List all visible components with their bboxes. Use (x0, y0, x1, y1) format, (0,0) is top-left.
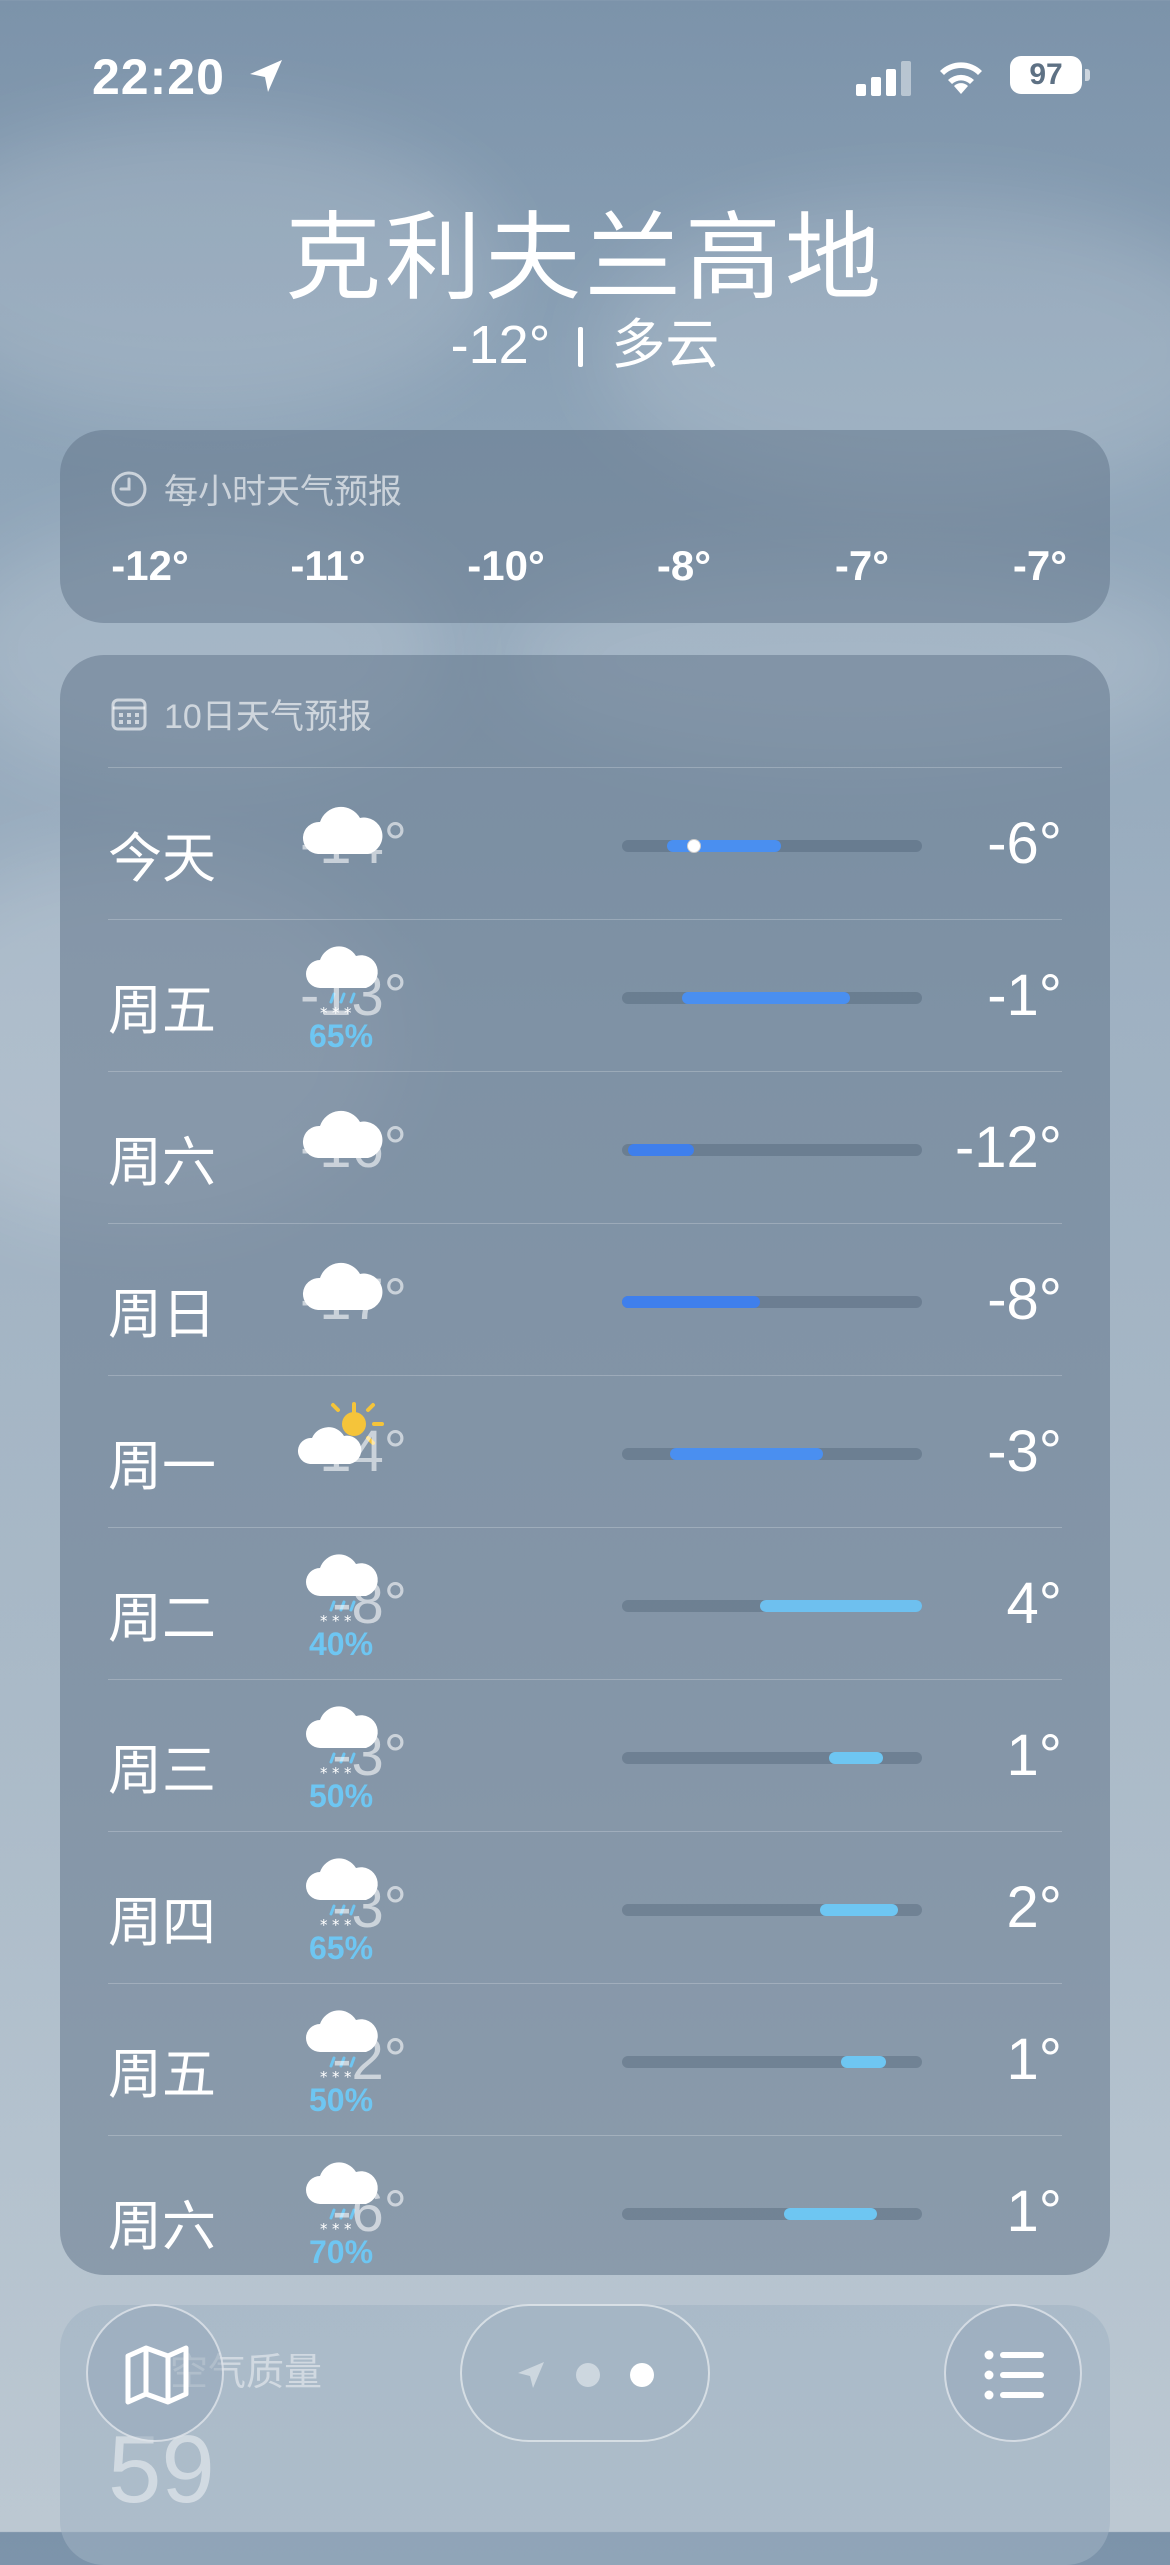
forecast-low: -14° (299, 811, 407, 876)
forecast-low: -3° (332, 1875, 407, 1940)
status-time: 22:20 (92, 49, 225, 105)
hourly-temps-row: -12° -11° -10° -8° -7° -7° (100, 542, 1090, 590)
temperature-range-fill (667, 840, 781, 852)
forecast-day: 周五 (108, 981, 216, 1041)
temperature-range-bar (622, 2056, 922, 2068)
forecast-high: -8° (987, 1267, 1062, 1332)
forecast-high: 1° (1006, 2179, 1062, 2244)
ten-day-forecast-card[interactable]: 10日天气预报 今天 -14° -6° 周五 * * * 65% -13° -1° … (60, 655, 1110, 2275)
page-dot-active[interactable] (630, 2363, 654, 2387)
hourly-temp: -10° (467, 542, 545, 589)
forecast-row[interactable]: 周一 -14° -3° (108, 1375, 1062, 1527)
page-indicator[interactable] (460, 2304, 710, 2442)
map-icon (125, 2345, 189, 2405)
temperature-range-fill (760, 1600, 922, 1612)
forecast-high: -12° (954, 1115, 1062, 1180)
forecast-day: 周六 (108, 2197, 216, 2257)
current-temp-marker (687, 839, 701, 853)
temperature-range-bar (622, 839, 922, 853)
battery-level: 97 (1010, 56, 1082, 94)
hourly-temp: -8° (656, 542, 712, 589)
forecast-row[interactable]: 周日 -17° -8° (108, 1223, 1062, 1375)
forecast-row[interactable]: 周六 * * * 70% -6° 1° (108, 2135, 1062, 2287)
temperature-range-fill (622, 1296, 760, 1308)
location-arrow-page-icon (518, 2362, 544, 2388)
forecast-row[interactable]: 周五 * * * 65% -13° -1° (108, 919, 1062, 1071)
forecast-day: 周六 (108, 1133, 216, 1193)
forecast-row[interactable]: 周四 * * * 65% -3° 2° (108, 1831, 1062, 1983)
battery-nub (1085, 69, 1090, 81)
hourly-forecast-header: 每小时天气预报 (110, 464, 402, 513)
forecast-row[interactable]: 周二 * * * 40% -8° 4° (108, 1527, 1062, 1679)
ten-day-forecast-header: 10日天气预报 (110, 689, 372, 738)
current-conditions: -12° 多云 (0, 300, 1170, 379)
forecast-low: -8° (332, 1571, 407, 1636)
forecast-row[interactable]: 周五 * * * 50% -2° 1° (108, 1983, 1062, 2135)
forecast-day: 今天 (108, 829, 216, 889)
forecast-low: -6° (332, 2179, 407, 2244)
temperature-range-fill (784, 2208, 877, 2220)
cellular-signal-icon (856, 61, 911, 96)
clock-icon (111, 471, 147, 506)
current-temperature: -12° (450, 315, 551, 375)
temperature-range-bar (622, 1600, 922, 1612)
location-arrow-icon (250, 60, 282, 92)
forecast-row[interactable]: 今天 -14° -6° (108, 767, 1062, 919)
temperature-range-bar (622, 992, 922, 1004)
temperature-range-fill (841, 2056, 886, 2068)
forecast-low: -16° (299, 1115, 407, 1180)
forecast-high: 2° (1006, 1875, 1062, 1940)
temperature-range-bar (622, 1144, 922, 1156)
map-button[interactable] (86, 2304, 224, 2442)
divider (578, 327, 584, 367)
temperature-range-fill (628, 1144, 694, 1156)
forecast-high: 1° (1006, 1723, 1062, 1788)
temperature-range-fill (820, 1904, 898, 1916)
forecast-high: -1° (987, 963, 1062, 1028)
forecast-high: -3° (987, 1419, 1062, 1484)
temperature-range-bar (622, 1752, 922, 1764)
temperature-range-bar (622, 1448, 922, 1460)
forecast-day: 周三 (108, 1741, 216, 1801)
list-icon (984, 2350, 1044, 2400)
forecast-day: 周一 (108, 1437, 216, 1497)
temperature-range-fill (682, 992, 850, 1004)
temperature-range-bar (622, 1296, 922, 1308)
forecast-rows: 今天 -14° -6° 周五 * * * 65% -13° -1° 周六 -16° … (108, 767, 1062, 2287)
forecast-low: -3° (332, 1723, 407, 1788)
temperature-range-fill (829, 1752, 883, 1764)
ten-day-forecast-title: 10日天气预报 (164, 698, 372, 736)
forecast-day: 周日 (108, 1285, 216, 1345)
wifi-icon (940, 62, 982, 94)
hourly-temp: -7° (1012, 542, 1068, 589)
current-condition: 多云 (611, 315, 720, 375)
hourly-forecast-title: 每小时天气预报 (164, 473, 402, 511)
location-list-button[interactable] (944, 2304, 1082, 2442)
forecast-high: 1° (1006, 2027, 1062, 2092)
forecast-row[interactable]: 周六 -16° -12° (108, 1071, 1062, 1223)
hourly-temp: -12° (111, 542, 189, 589)
forecast-day: 周四 (108, 1893, 216, 1953)
temperature-range-fill (670, 1448, 823, 1460)
hourly-temp: -11° (290, 542, 366, 589)
page-dot[interactable] (576, 2363, 600, 2387)
forecast-low: -13° (299, 963, 407, 1028)
calendar-icon (111, 698, 147, 730)
status-bar: 22:20 97 (0, 0, 1170, 150)
forecast-day: 周五 (108, 2045, 216, 2105)
forecast-high: -6° (987, 811, 1062, 876)
forecast-row[interactable]: 周三 * * * 50% -3° 1° (108, 1679, 1062, 1831)
temperature-range-bar (622, 1904, 922, 1916)
forecast-high: 4° (1006, 1571, 1062, 1636)
hourly-forecast-card[interactable]: 每小时天气预报 -12° -11° -10° -8° -7° -7° (60, 430, 1110, 623)
battery-indicator: 97 (1010, 56, 1090, 96)
hourly-temp: -7° (834, 542, 890, 589)
forecast-low: -17° (299, 1267, 407, 1332)
forecast-low: -2° (332, 2027, 407, 2092)
temperature-range-bar (622, 2208, 922, 2220)
forecast-day: 周二 (108, 1589, 216, 1649)
city-name: 克利夫兰高地 (285, 205, 885, 312)
forecast-low: -14° (299, 1419, 407, 1484)
